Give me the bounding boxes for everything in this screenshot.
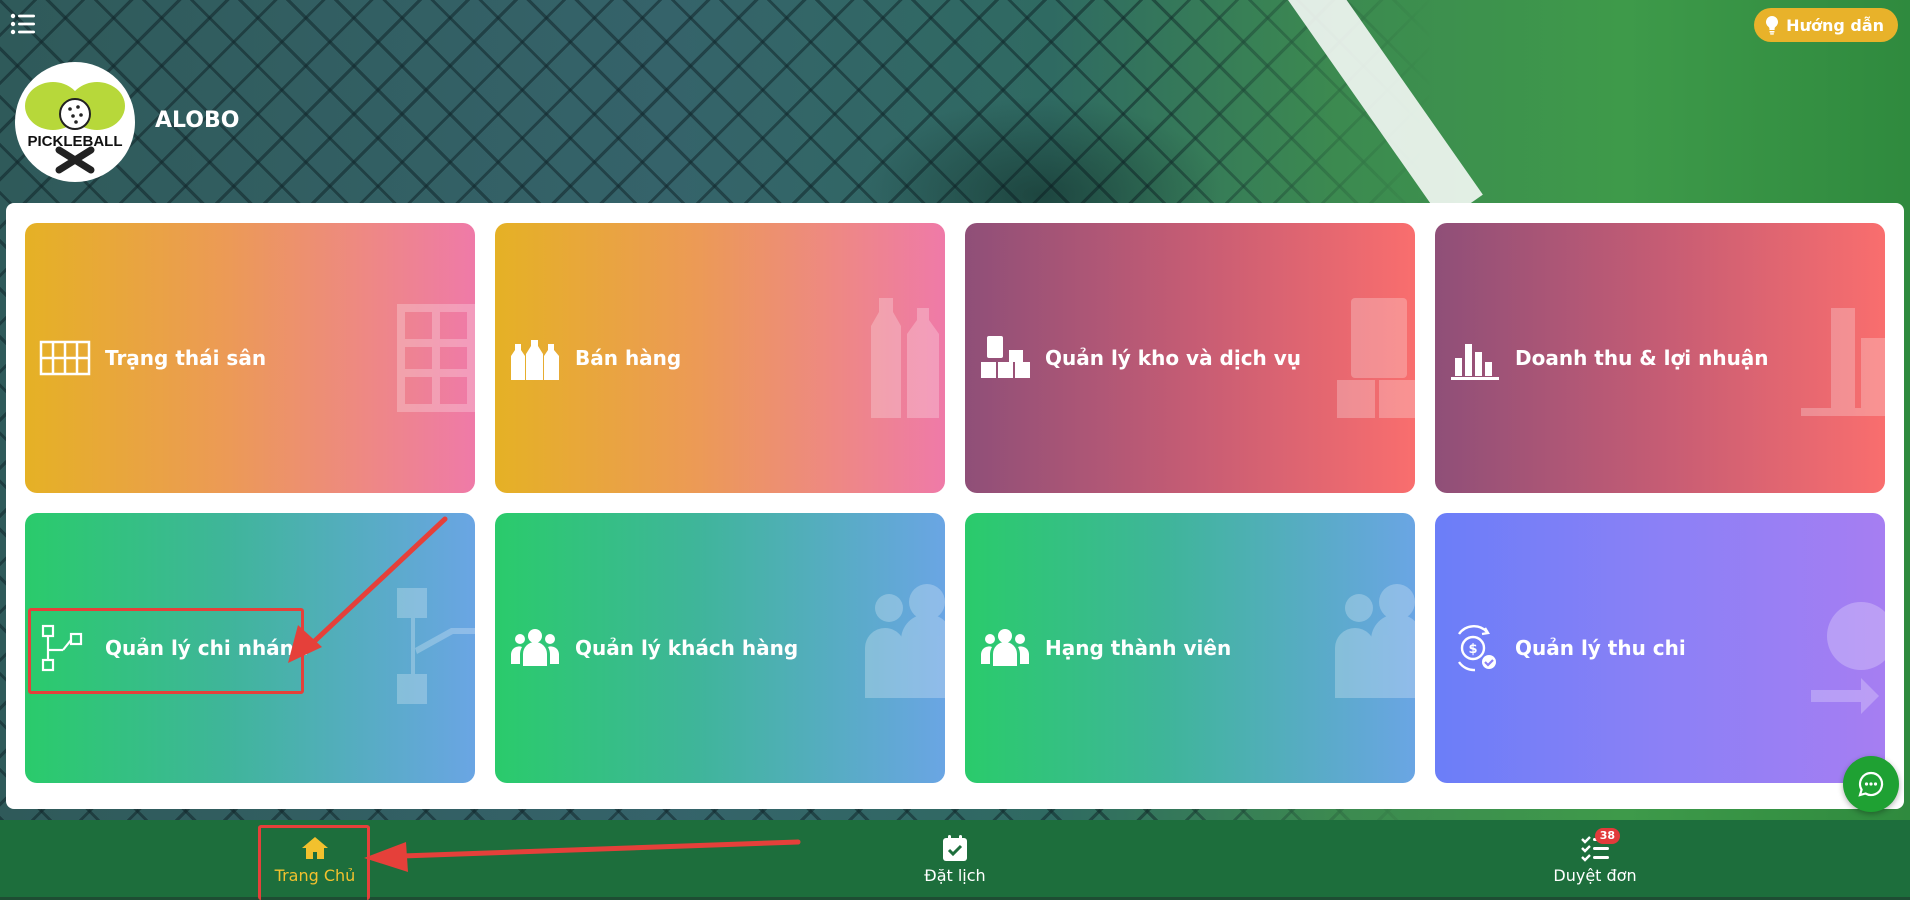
gear-bg-icon bbox=[1811, 602, 1885, 714]
brand-logo: PICKLEBALL bbox=[15, 62, 135, 182]
nav-label: Duyệt đơn bbox=[1553, 866, 1637, 885]
tile-label: Trạng thái sân bbox=[105, 346, 267, 370]
calendar-check-icon bbox=[943, 835, 967, 861]
tile-label: Bán hàng bbox=[575, 346, 682, 370]
brand-name: ALOBO bbox=[155, 108, 240, 133]
court-grid-bg-icon bbox=[397, 304, 475, 412]
home-icon bbox=[302, 837, 328, 859]
tile-membership-tier[interactable]: Hạng thành viên bbox=[965, 513, 1415, 783]
chat-icon bbox=[1858, 771, 1884, 797]
tile-branch-management[interactable]: Quản lý chi nhánh bbox=[25, 513, 475, 783]
tile-income-expense[interactable]: $ Quản lý thu chi bbox=[1435, 513, 1885, 783]
tile-court-status[interactable]: Trạng thái sân bbox=[25, 223, 475, 493]
guide-button[interactable]: Hướng dẫn bbox=[1754, 8, 1898, 42]
branch-tree-bg-icon bbox=[397, 588, 475, 704]
bar-chart-bg-icon bbox=[1801, 308, 1885, 416]
svg-text:$: $ bbox=[1468, 642, 1477, 657]
nav-home[interactable]: Trang Chủ bbox=[255, 820, 375, 897]
users-group-icon bbox=[981, 629, 1029, 666]
tile-label: Quản lý chi nhánh bbox=[105, 636, 309, 660]
logo-text: PICKLEBALL bbox=[28, 133, 123, 150]
nav-booking[interactable]: Đặt lịch bbox=[895, 820, 1015, 897]
bottles-icon bbox=[511, 340, 559, 380]
pending-orders-badge: 38 bbox=[1594, 828, 1620, 844]
users-bg-icon bbox=[865, 584, 945, 698]
nav-label: Trang Chủ bbox=[274, 866, 356, 885]
clipboard-bg-icon bbox=[1337, 298, 1415, 418]
users-bg-icon bbox=[1335, 584, 1415, 698]
bottom-nav: Trang Chủ Đặt lịch 38 Duyệt đơn bbox=[0, 820, 1910, 897]
guide-label: Hướng dẫn bbox=[1786, 15, 1884, 35]
money-exchange-icon: $ bbox=[1458, 625, 1496, 672]
tile-label: Quản lý kho và dịch vụ bbox=[1045, 346, 1302, 370]
tile-sales[interactable]: Bán hàng bbox=[495, 223, 945, 493]
warehouse-boxes-icon bbox=[981, 336, 1030, 378]
tile-label: Hạng thành viên bbox=[1045, 636, 1232, 660]
lightbulb-icon bbox=[1766, 16, 1779, 35]
branch-tree-icon bbox=[41, 624, 83, 672]
bar-chart-icon bbox=[1451, 344, 1499, 380]
bottles-bg-icon bbox=[871, 298, 939, 418]
chat-button[interactable] bbox=[1843, 756, 1899, 812]
tile-customer-management[interactable]: Quản lý khách hàng bbox=[495, 513, 945, 783]
tile-label: Quản lý thu chi bbox=[1515, 636, 1686, 660]
tile-revenue-profit[interactable]: Doanh thu & lợi nhuận bbox=[1435, 223, 1885, 493]
tile-label: Doanh thu & lợi nhuận bbox=[1515, 346, 1769, 370]
nav-approve-orders[interactable]: 38 Duyệt đơn bbox=[1535, 820, 1655, 897]
tile-label: Quản lý khách hàng bbox=[575, 636, 799, 660]
court-grid-icon bbox=[39, 340, 91, 376]
tile-warehouse-services[interactable]: Quản lý kho và dịch vụ bbox=[965, 223, 1415, 493]
users-group-icon bbox=[511, 629, 559, 666]
nav-label: Đặt lịch bbox=[924, 866, 986, 885]
menu-icon[interactable] bbox=[10, 12, 36, 36]
